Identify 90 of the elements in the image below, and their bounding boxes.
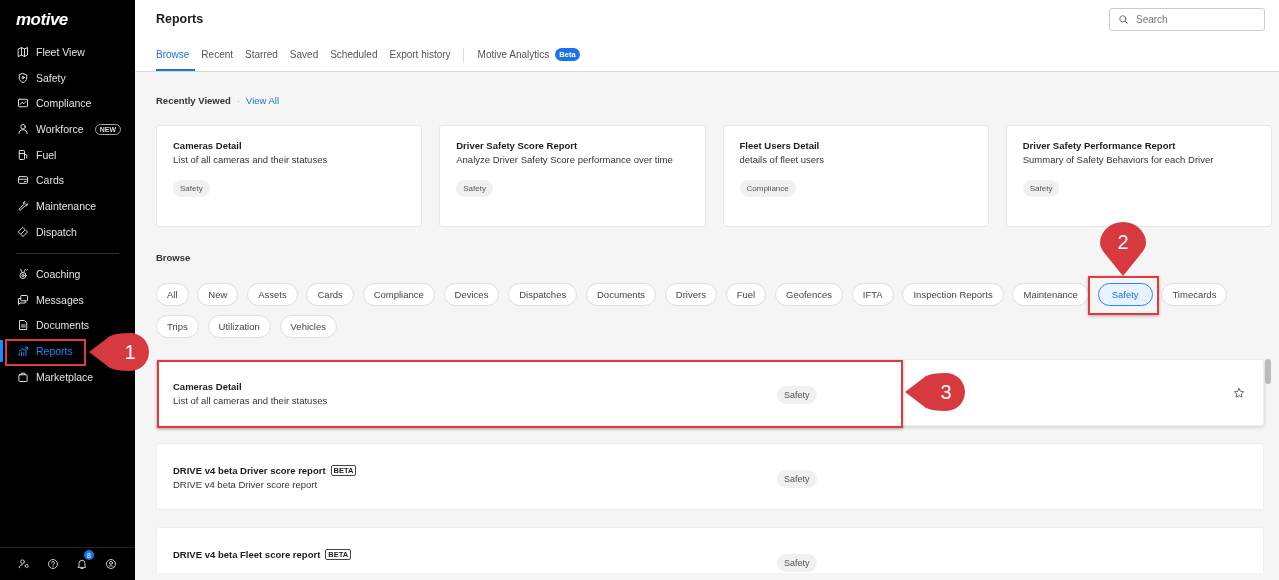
card-title: Fleet Users Detail	[739, 140, 820, 151]
report-card[interactable]: Cameras Detail List of all cameras and their statuses Safety	[156, 125, 423, 227]
filter-chip[interactable]: New	[197, 283, 239, 306]
tab[interactable]: Scheduled	[324, 39, 384, 71]
chart-box-icon	[17, 97, 29, 110]
filter-chip[interactable]: Timecards	[1161, 283, 1228, 306]
tab[interactable]: Browse	[156, 39, 196, 71]
report-card[interactable]: Fleet Users Detail details of fleet users Compliance	[722, 125, 989, 227]
card-title: Driver Safety Performance Report	[1022, 140, 1176, 151]
filter-chip[interactable]: Inspection Reports	[902, 283, 1004, 306]
filter-chip[interactable]: Vehicles	[279, 315, 337, 338]
filter-chip[interactable]: Drivers	[664, 283, 717, 306]
fuel-pump-icon	[17, 148, 29, 161]
search-field[interactable]: Search	[1109, 8, 1265, 31]
section-title: Browse	[156, 252, 192, 263]
highlight-box	[1088, 276, 1159, 315]
nav-item[interactable]: Fuel	[17, 146, 57, 163]
callout-marker: 3	[905, 373, 965, 411]
section-title: Recently Viewed	[156, 94, 231, 106]
nav-item[interactable]: Cards	[17, 172, 64, 189]
filter-chip[interactable]: Geofences	[775, 283, 843, 306]
nav-item[interactable]: Compliance	[17, 95, 92, 112]
filter-chip[interactable]: Trips	[156, 315, 199, 338]
category-tag: Safety	[777, 470, 817, 488]
filter-chip[interactable]: IFTA	[851, 283, 894, 306]
report-card[interactable]: Driver Safety Performance Report Summary of Safety Behaviors for each Driver Safety	[1005, 125, 1272, 227]
category-tag: Compliance	[739, 180, 796, 197]
nav-item[interactable]: Maintenance	[17, 198, 97, 215]
report-card[interactable]: Driver Safety Score Report Analyze Driver Safety Score performance over time Safety	[439, 125, 706, 227]
category-tag: Safety	[173, 180, 210, 197]
card-title: Cameras Detail	[173, 140, 242, 151]
category-tag: Safety	[777, 386, 817, 404]
page-title: Reports	[156, 12, 204, 26]
messages-icon	[17, 293, 29, 306]
callout-marker: 2	[1100, 222, 1146, 276]
card-description: Analyze Driver Safety Score performance over time	[456, 154, 673, 165]
filter-chip[interactable]: Maintenance	[1012, 283, 1089, 306]
document-icon	[17, 319, 29, 332]
nav-item[interactable]: Coaching	[17, 265, 81, 282]
account-icon[interactable]	[104, 558, 117, 570]
card-description: Summary of Safety Behaviors for each Driver	[1022, 154, 1214, 165]
shield-icon	[17, 71, 29, 84]
filter-chip[interactable]: Dispatches	[508, 283, 578, 306]
filter-chip[interactable]: Safety	[1097, 283, 1153, 306]
category-tag: Safety	[777, 554, 817, 572]
search-icon	[1118, 14, 1129, 25]
card-description: List of all cameras and their statuses	[173, 154, 328, 165]
tab[interactable]: Recent	[195, 39, 240, 71]
active-indicator	[0, 339, 3, 362]
tab[interactable]: Export history	[383, 39, 457, 71]
chart-icon	[17, 344, 29, 357]
filter-chip[interactable]: Documents	[586, 283, 657, 306]
bell-icon[interactable]	[75, 558, 88, 570]
tab[interactable]: Starred	[239, 39, 284, 71]
filter-chip[interactable]: Devices	[443, 283, 500, 306]
nav-item[interactable]: Safety	[17, 69, 66, 86]
report-description: List of all cameras and their statuses	[173, 395, 329, 406]
nav-item[interactable]: Reports	[17, 342, 73, 359]
star-icon[interactable]	[1233, 387, 1245, 399]
nav-item[interactable]: Messages	[17, 291, 84, 308]
view-all-link[interactable]: View All	[246, 94, 280, 106]
report-title: Cameras Detail	[173, 381, 242, 392]
wrench-icon	[17, 200, 29, 213]
tab[interactable]: Saved	[283, 39, 325, 71]
category-tag: Safety	[1022, 180, 1060, 197]
nav-item[interactable]: Documents	[17, 317, 90, 334]
card-description: details of fleet users	[739, 154, 824, 165]
scrollbar-thumb[interactable]	[1265, 359, 1271, 384]
callout-marker: 1	[89, 333, 149, 371]
report-description: DRIVE v4 beta Driver score report	[173, 479, 319, 490]
nav-item[interactable]: Fleet View	[17, 44, 85, 60]
report-title: DRIVE v4 beta Driver score report	[173, 465, 326, 476]
person-icon	[17, 123, 29, 136]
help-icon[interactable]	[47, 558, 60, 570]
bag-icon	[17, 370, 29, 383]
filter-chip[interactable]: Compliance	[362, 283, 435, 306]
filter-chip[interactable]: Fuel	[725, 283, 767, 306]
nav-item[interactable]: Marketplace	[17, 368, 94, 385]
category-tag: Safety	[456, 180, 493, 197]
card-title: Driver Safety Score Report	[456, 140, 578, 151]
map-icon	[17, 46, 29, 58]
filter-chip[interactable]: Utilization	[207, 315, 271, 338]
logo[interactable]: motive	[0, 0, 135, 32]
separator-dot: ·	[236, 94, 240, 106]
filter-chip[interactable]: Assets	[247, 283, 298, 306]
report-title: DRIVE v4 beta Fleet score report	[173, 549, 321, 560]
filter-chip[interactable]: All	[156, 283, 189, 306]
card-icon	[17, 174, 29, 187]
filter-chip[interactable]: Cards	[306, 283, 354, 306]
nav-item[interactable]: Dispatch	[17, 223, 77, 240]
